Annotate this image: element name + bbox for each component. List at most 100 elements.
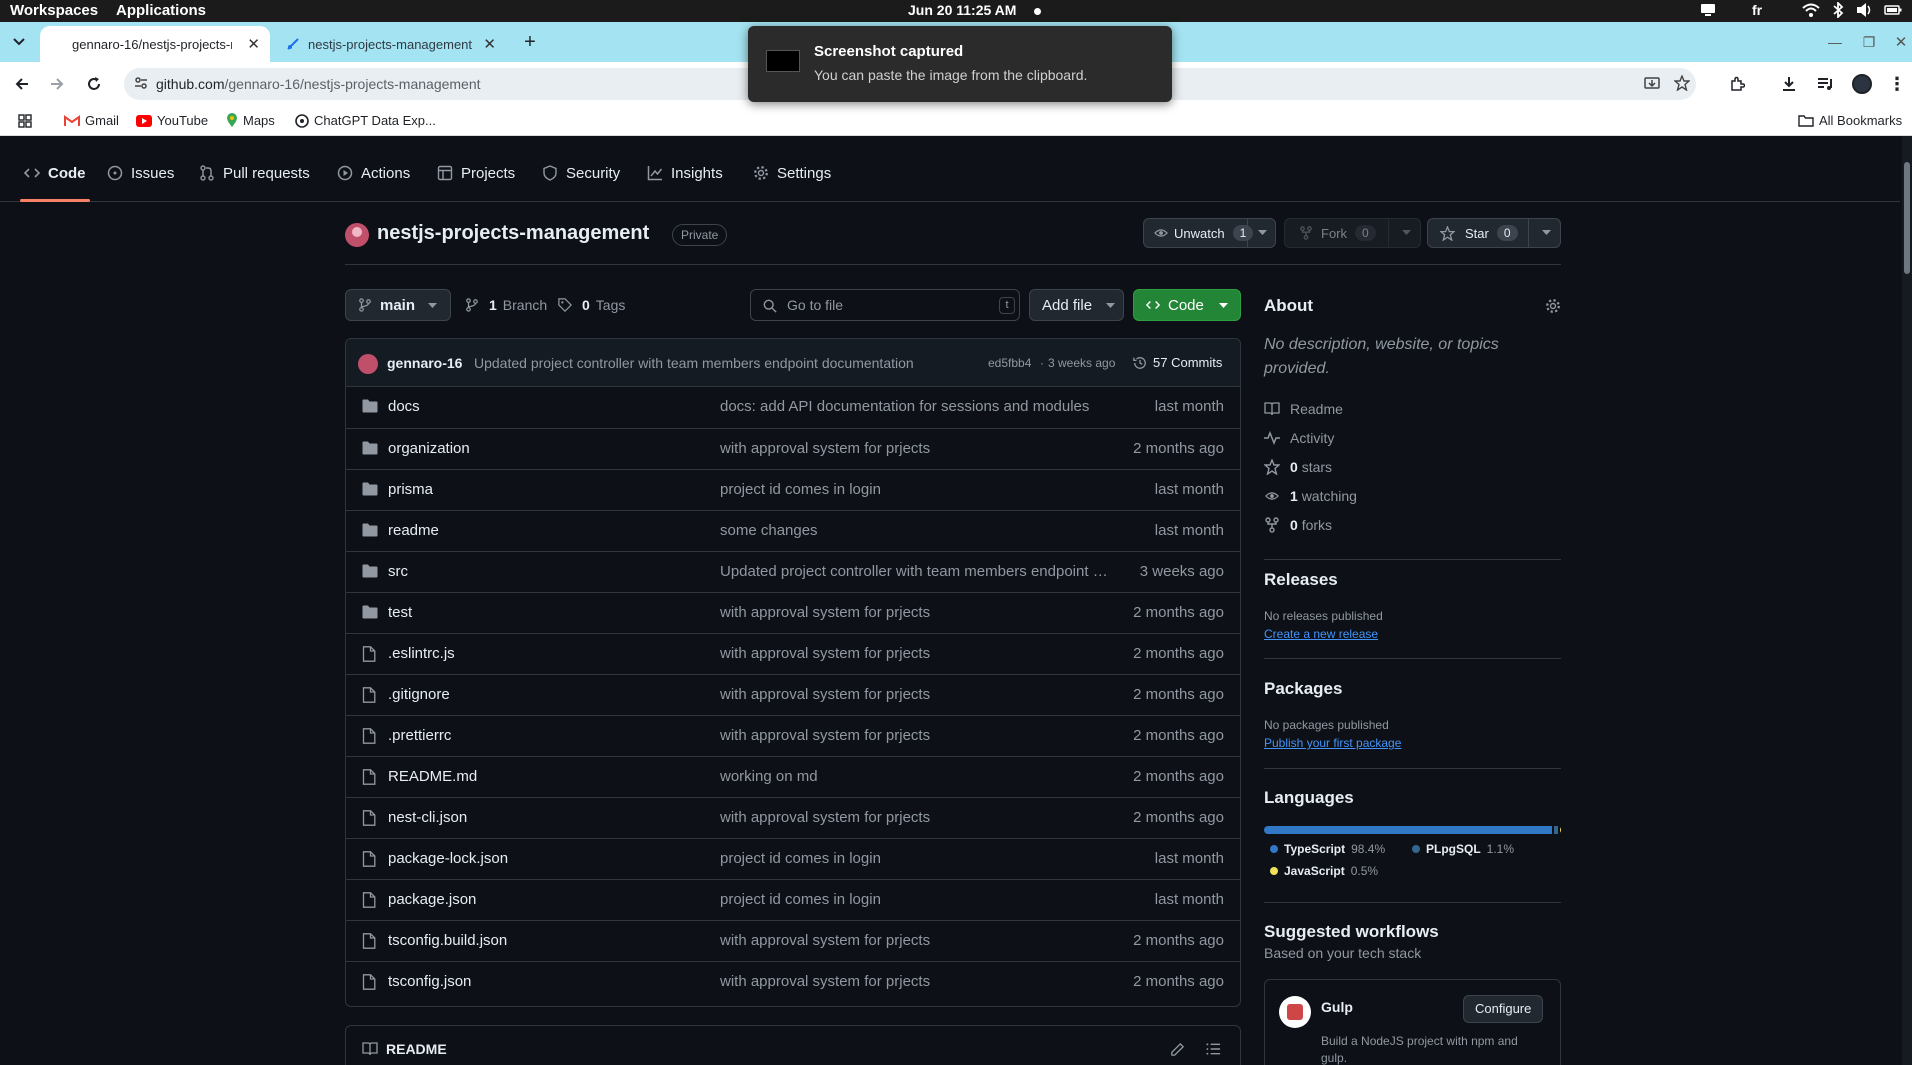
maximize-window-icon[interactable]: ❐ bbox=[1858, 31, 1880, 53]
chevron-down-icon[interactable] bbox=[1402, 230, 1411, 236]
file-row[interactable]: organization with approval system for prj… bbox=[346, 428, 1240, 469]
commit-message[interactable]: Updated project controller with team mem… bbox=[474, 355, 914, 371]
reload-icon[interactable] bbox=[83, 73, 105, 95]
configure-button[interactable]: Configure bbox=[1463, 995, 1544, 1023]
watching-link[interactable]: 1 watching bbox=[1264, 486, 1357, 506]
stars-link[interactable]: 0 stars bbox=[1264, 457, 1332, 477]
file-row[interactable]: tsconfig.build.json with approval system … bbox=[346, 920, 1240, 961]
file-name[interactable]: test bbox=[388, 604, 412, 621]
battery-icon[interactable] bbox=[1884, 2, 1902, 18]
file-row[interactable]: .eslintrc.js with approval system for prj… bbox=[346, 633, 1240, 674]
fork-button[interactable]: Fork 0 bbox=[1284, 218, 1421, 248]
file-name[interactable]: tsconfig.json bbox=[388, 973, 471, 990]
file-commit-message[interactable]: with approval system for prjects bbox=[720, 604, 1110, 621]
file-commit-message[interactable]: with approval system for prjects bbox=[720, 973, 1110, 990]
wifi-icon[interactable] bbox=[1802, 2, 1820, 18]
file-commit-message[interactable]: with approval system for prjects bbox=[720, 686, 1110, 703]
file-commit-message[interactable]: project id comes in login bbox=[720, 481, 1110, 498]
file-commit-message[interactable]: some changes bbox=[720, 522, 1110, 539]
commit-hash[interactable]: ed5fbb4 bbox=[988, 356, 1031, 370]
tab-pull-requests[interactable]: Pull requests bbox=[199, 162, 310, 184]
branches-link[interactable]: 1 Branch bbox=[465, 297, 547, 313]
branch-selector[interactable]: main bbox=[345, 289, 451, 321]
install-app-icon[interactable] bbox=[1644, 76, 1660, 92]
url-text[interactable]: github.com/gennaro-16/nestjs-projects-ma… bbox=[156, 76, 481, 92]
minimize-window-icon[interactable]: — bbox=[1824, 31, 1846, 53]
file-commit-message[interactable]: project id comes in login bbox=[720, 850, 1110, 867]
site-info-icon[interactable] bbox=[134, 76, 148, 90]
bluetooth-icon[interactable] bbox=[1832, 2, 1844, 18]
file-name[interactable]: package-lock.json bbox=[388, 850, 508, 867]
file-commit-message[interactable]: with approval system for prjects bbox=[720, 645, 1110, 662]
browser-tab-active[interactable]: gennaro-16/nestjs-projects-management ✕ bbox=[40, 26, 270, 62]
activity-link[interactable]: Activity bbox=[1264, 428, 1334, 448]
keyboard-layout[interactable]: fr bbox=[1752, 2, 1762, 18]
file-row[interactable]: readme some changes last month bbox=[346, 510, 1240, 551]
file-row[interactable]: nest-cli.json with approval system for pr… bbox=[346, 797, 1240, 838]
file-name[interactable]: prisma bbox=[388, 481, 433, 498]
new-tab-icon[interactable]: + bbox=[519, 31, 541, 53]
commits-link[interactable]: 57 Commits bbox=[1133, 355, 1222, 370]
file-row[interactable]: prisma project id comes in login last mont… bbox=[346, 469, 1240, 510]
apps-grid-icon[interactable] bbox=[14, 110, 36, 132]
downloads-icon[interactable] bbox=[1778, 73, 1800, 95]
browser-tab[interactable]: nestjs-projects-management ✕ bbox=[276, 26, 506, 62]
file-name[interactable]: .gitignore bbox=[388, 686, 450, 703]
file-commit-message[interactable]: with approval system for prjects bbox=[720, 932, 1110, 949]
file-name[interactable]: docs bbox=[388, 398, 420, 415]
gear-icon[interactable] bbox=[1545, 298, 1561, 314]
profile-avatar-icon[interactable] bbox=[1851, 73, 1873, 95]
file-commit-message[interactable]: with approval system for prjects bbox=[720, 727, 1110, 744]
browser-menu-icon[interactable]: ⋮ bbox=[1886, 73, 1908, 95]
close-tab-icon[interactable]: ✕ bbox=[247, 35, 260, 53]
add-file-button[interactable]: Add file bbox=[1029, 289, 1124, 321]
file-name[interactable]: package.json bbox=[388, 891, 476, 908]
file-row[interactable]: docs docs: add API documentation for sess… bbox=[346, 387, 1240, 428]
bookmark-youtube[interactable]: YouTube bbox=[136, 113, 208, 128]
tab-code[interactable]: Code bbox=[24, 162, 86, 184]
bookmark-gmail[interactable]: Gmail bbox=[64, 113, 119, 128]
owner-avatar[interactable] bbox=[345, 223, 369, 247]
tab-projects[interactable]: Projects bbox=[437, 162, 515, 184]
tab-issues[interactable]: Issues bbox=[107, 162, 174, 184]
releases-title[interactable]: Releases bbox=[1264, 570, 1338, 590]
file-name[interactable]: nest-cli.json bbox=[388, 809, 467, 826]
tab-settings[interactable]: Settings bbox=[753, 162, 831, 184]
readme-link[interactable]: Readme bbox=[1264, 399, 1343, 419]
publish-package-link[interactable]: Publish your first package bbox=[1264, 736, 1401, 750]
tags-link[interactable]: 0 Tags bbox=[558, 297, 625, 313]
clock[interactable]: Jun 20 11:25 AM bbox=[908, 2, 1016, 18]
all-bookmarks[interactable]: All Bookmarks bbox=[1798, 113, 1902, 128]
file-commit-message[interactable]: project id comes in login bbox=[720, 891, 1110, 908]
language-javascript[interactable]: JavaScript 0.5% bbox=[1270, 864, 1378, 878]
file-commit-message[interactable]: with approval system for prjects bbox=[720, 440, 1110, 457]
edit-pencil-icon[interactable] bbox=[1170, 1042, 1185, 1057]
bookmark-chatgpt[interactable]: ChatGPT Data Exp... bbox=[295, 113, 436, 128]
screenshot-toast[interactable]: Screenshot captured You can paste the im… bbox=[748, 26, 1172, 102]
file-row[interactable]: tsconfig.json with approval system for pr… bbox=[346, 961, 1240, 1002]
forward-icon[interactable] bbox=[46, 73, 68, 95]
readme-title[interactable]: README bbox=[386, 1041, 447, 1057]
close-window-icon[interactable]: ✕ bbox=[1890, 31, 1912, 53]
commit-author-avatar[interactable] bbox=[358, 354, 378, 374]
file-row[interactable]: .prettierrc with approval system for prje… bbox=[346, 715, 1240, 756]
bookmark-star-icon[interactable] bbox=[1674, 75, 1690, 91]
file-name[interactable]: README.md bbox=[388, 768, 477, 785]
language-plpgsql[interactable]: PLpgSQL 1.1% bbox=[1412, 842, 1514, 856]
tab-insights[interactable]: Insights bbox=[647, 162, 723, 184]
go-to-file-input[interactable]: Go to file t bbox=[750, 289, 1020, 321]
file-row[interactable]: README.md working on md 2 months ago bbox=[346, 756, 1240, 797]
create-release-link[interactable]: Create a new release bbox=[1264, 627, 1378, 641]
tab-search-chevron-icon[interactable] bbox=[8, 31, 30, 53]
file-name[interactable]: .eslintrc.js bbox=[388, 645, 455, 662]
applications-menu[interactable]: Applications bbox=[116, 2, 206, 19]
repo-name[interactable]: nestjs-projects-management bbox=[377, 222, 649, 245]
language-typescript[interactable]: TypeScript 98.4% bbox=[1270, 842, 1385, 856]
code-button[interactable]: Code bbox=[1133, 289, 1241, 321]
back-icon[interactable] bbox=[11, 73, 33, 95]
unwatch-button[interactable]: Unwatch 1 bbox=[1143, 218, 1276, 248]
volume-icon[interactable] bbox=[1856, 2, 1874, 18]
file-row[interactable]: package.json project id comes in login las… bbox=[346, 879, 1240, 920]
file-name[interactable]: tsconfig.build.json bbox=[388, 932, 507, 949]
file-name[interactable]: .prettierrc bbox=[388, 727, 451, 744]
